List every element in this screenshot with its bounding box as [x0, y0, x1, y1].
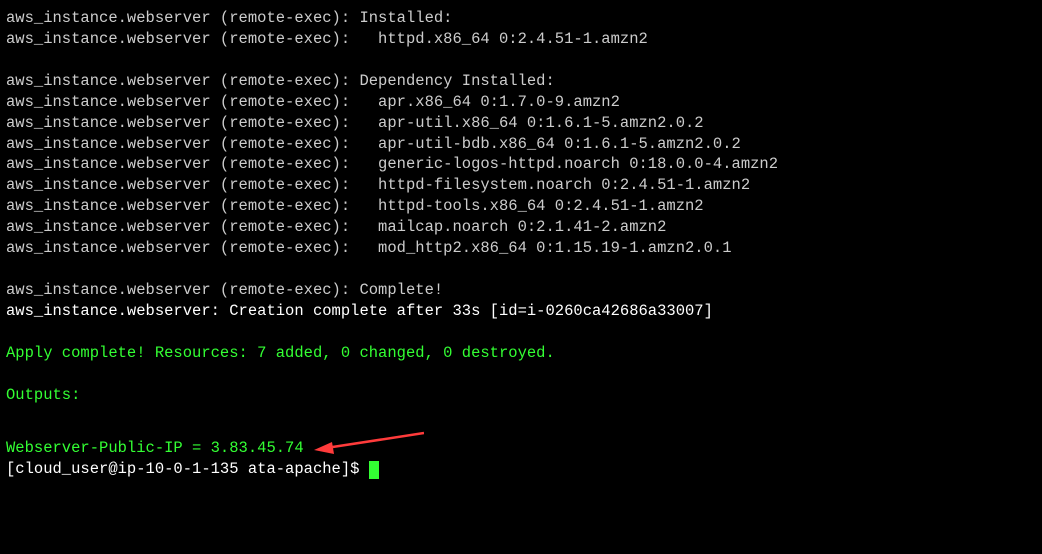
blank-line — [6, 322, 1036, 343]
log-line: aws_instance.webserver (remote-exec): De… — [6, 71, 1036, 92]
log-prefix: aws_instance.webserver (remote-exec): — [6, 30, 350, 48]
log-line: aws_instance.webserver (remote-exec): In… — [6, 8, 1036, 29]
blank-line — [6, 50, 1036, 71]
dep-item: apr-util.x86_64 0:1.6.1-5.amzn2.0.2 — [350, 114, 703, 132]
creation-complete-line: aws_instance.webserver: Creation complet… — [6, 301, 1036, 322]
log-prefix: aws_instance.webserver (remote-exec): — [6, 176, 350, 194]
log-line: aws_instance.webserver (remote-exec): ma… — [6, 217, 1036, 238]
output-kv-line: Webserver-Public-IP = 3.83.45.74 — [6, 426, 1036, 459]
apply-complete-line: Apply complete! Resources: 7 added, 0 ch… — [6, 343, 1036, 364]
dep-item: httpd-tools.x86_64 0:2.4.51-1.amzn2 — [350, 197, 703, 215]
dep-item: generic-logos-httpd.noarch 0:18.0.0-4.am… — [350, 155, 778, 173]
complete-text: Complete! — [350, 281, 443, 299]
log-line: aws_instance.webserver (remote-exec): ge… — [6, 154, 1036, 175]
creation-text: aws_instance.webserver: Creation complet… — [6, 302, 713, 320]
log-prefix: aws_instance.webserver (remote-exec): — [6, 197, 350, 215]
shell-prompt: [cloud_user@ip-10-0-1-135 ata-apache]$ — [6, 460, 369, 478]
log-line: aws_instance.webserver (remote-exec): ap… — [6, 92, 1036, 113]
log-line: aws_instance.webserver (remote-exec): ap… — [6, 134, 1036, 155]
log-prefix: aws_instance.webserver (remote-exec): — [6, 281, 350, 299]
log-prefix: aws_instance.webserver (remote-exec): — [6, 93, 350, 111]
log-prefix: aws_instance.webserver (remote-exec): — [6, 114, 350, 132]
dep-header: Dependency Installed: — [350, 72, 555, 90]
log-line: aws_instance.webserver (remote-exec): ht… — [6, 196, 1036, 217]
dep-item: apr.x86_64 0:1.7.0-9.amzn2 — [350, 93, 620, 111]
prompt-line[interactable]: [cloud_user@ip-10-0-1-135 ata-apache]$ — [6, 459, 1036, 480]
log-prefix: aws_instance.webserver (remote-exec): — [6, 9, 350, 27]
log-prefix: aws_instance.webserver (remote-exec): — [6, 135, 350, 153]
blank-line — [6, 406, 1036, 427]
outputs-label: Outputs: — [6, 386, 80, 404]
log-text: Installed: — [350, 9, 452, 27]
log-line: aws_instance.webserver (remote-exec): Co… — [6, 280, 1036, 301]
log-line: aws_instance.webserver (remote-exec): mo… — [6, 238, 1036, 259]
cursor-icon — [369, 461, 379, 479]
blank-line — [6, 259, 1036, 280]
log-prefix: aws_instance.webserver (remote-exec): — [6, 72, 350, 90]
dep-item: mod_http2.x86_64 0:1.15.19-1.amzn2.0.1 — [350, 239, 731, 257]
log-line: aws_instance.webserver (remote-exec): ht… — [6, 175, 1036, 196]
log-line: aws_instance.webserver (remote-exec): ap… — [6, 113, 1036, 134]
log-prefix: aws_instance.webserver (remote-exec): — [6, 239, 350, 257]
outputs-header-line: Outputs: — [6, 385, 1036, 406]
annotation-arrow-icon — [314, 426, 424, 459]
dep-item: httpd-filesystem.noarch 0:2.4.51-1.amzn2 — [350, 176, 750, 194]
log-prefix: aws_instance.webserver (remote-exec): — [6, 218, 350, 236]
terminal-output: aws_instance.webserver (remote-exec): In… — [6, 8, 1036, 480]
log-line: aws_instance.webserver (remote-exec): ht… — [6, 29, 1036, 50]
log-prefix: aws_instance.webserver (remote-exec): — [6, 155, 350, 173]
log-text: httpd.x86_64 0:2.4.51-1.amzn2 — [350, 30, 648, 48]
dep-item: mailcap.noarch 0:2.1.41-2.amzn2 — [350, 218, 666, 236]
blank-line — [6, 364, 1036, 385]
apply-text: Apply complete! Resources: 7 added, 0 ch… — [6, 344, 555, 362]
dep-item: apr-util-bdb.x86_64 0:1.6.1-5.amzn2.0.2 — [350, 135, 741, 153]
output-kv: Webserver-Public-IP = 3.83.45.74 — [6, 439, 304, 457]
